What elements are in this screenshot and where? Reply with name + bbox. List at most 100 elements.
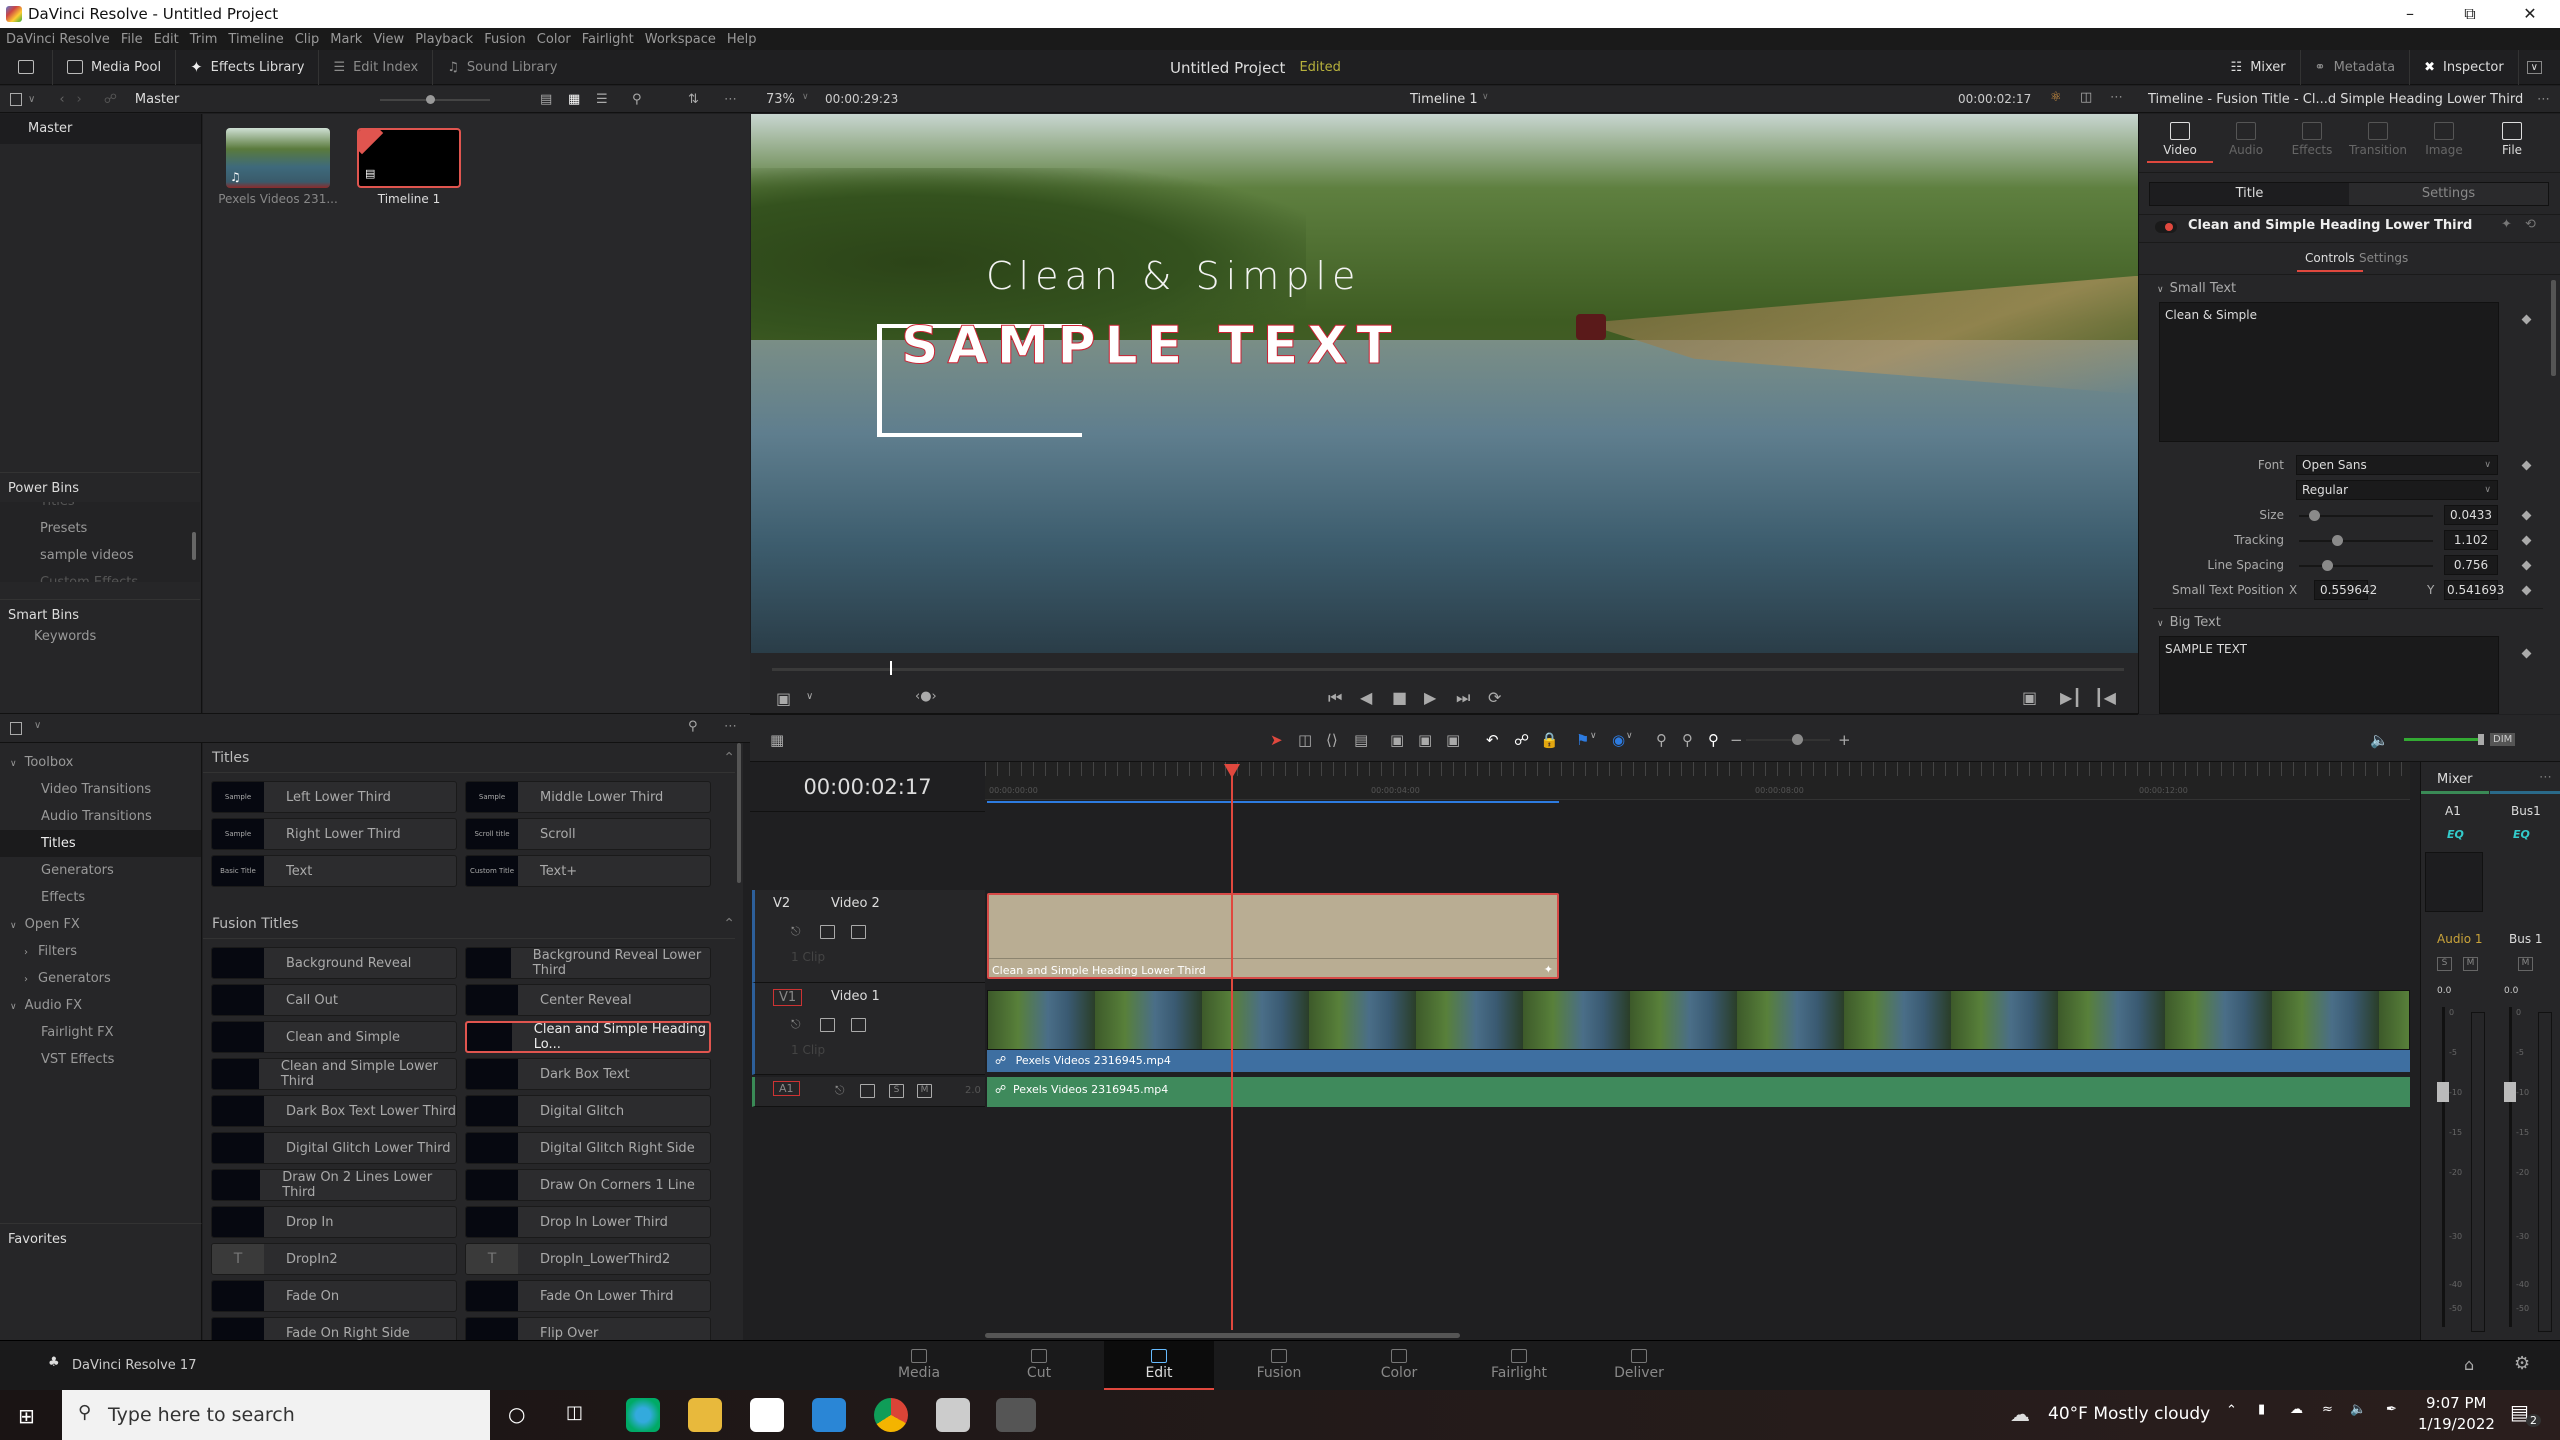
timeline-scrollbar[interactable]	[985, 1333, 1460, 1338]
wifi-icon[interactable]: ≈	[2322, 1402, 2333, 1417]
page-color[interactable]: Color	[1344, 1341, 1454, 1391]
dual-viewer-icon[interactable]: ◫	[2080, 90, 2092, 105]
weather-icon[interactable]: ☁	[2010, 1402, 2030, 1426]
marker-icon[interactable]: ◉	[1612, 731, 1625, 749]
effect-item[interactable]: Clean and Simple Lower Third	[211, 1058, 457, 1090]
clock-time[interactable]: 9:07 PM	[2426, 1394, 2486, 1412]
show-hidden-icons[interactable]: ⌃	[2226, 1403, 2237, 1418]
effect-item[interactable]: Digital Glitch	[465, 1095, 711, 1127]
line-spacing-slider[interactable]	[2299, 560, 2433, 571]
list-view-icon[interactable]: ☰	[596, 92, 608, 107]
line-spacing-input[interactable]: 0.756	[2444, 555, 2498, 575]
auto-select-icon[interactable]	[820, 925, 835, 939]
cortana-icon[interactable]: ○	[508, 1402, 525, 1426]
segment-title[interactable]: Title	[2150, 183, 2349, 205]
effect-item[interactable]: Draw On Corners 1 Line	[465, 1169, 711, 1201]
scrubber-track[interactable]	[772, 668, 2124, 671]
snapping-icon[interactable]: ↶	[1486, 731, 1499, 749]
keyframe-icon[interactable]	[2521, 585, 2532, 596]
keyframe-icon[interactable]	[2521, 510, 2532, 521]
tracking-input[interactable]: 1.102	[2444, 530, 2498, 550]
inspector-tab-transition[interactable]: Transition	[2345, 122, 2411, 157]
video-clip[interactable]: ☍ Pexels Videos 2316945.mp4	[987, 990, 2410, 1072]
fader-handle[interactable]	[2437, 1082, 2449, 1102]
track-enable-icon[interactable]	[851, 925, 866, 939]
panel-toggle-icon[interactable]	[10, 722, 22, 735]
auto-select-icon[interactable]	[860, 1084, 875, 1098]
gear-icon[interactable]: ⚙	[2514, 1353, 2530, 1374]
reverse-icon[interactable]: ◀	[1360, 688, 1372, 707]
mute-button[interactable]: M	[917, 1084, 932, 1098]
skip-to-start-icon[interactable]: ⏮	[1328, 688, 1342, 708]
overwrite-clip-icon[interactable]: ▣	[1418, 731, 1432, 749]
onedrive-icon[interactable]: ☁	[2290, 1402, 2303, 1417]
subtab-settings[interactable]: Settings	[2359, 251, 2408, 265]
mark-in-icon[interactable]: ▶┃	[2060, 688, 2082, 707]
tree-audio-fx[interactable]: ∨ Audio FX	[0, 992, 201, 1019]
menu-workspace[interactable]: Workspace	[645, 32, 716, 47]
timeline-view-options-icon[interactable]: ▦	[770, 731, 784, 749]
size-input[interactable]: 0.0433	[2444, 505, 2498, 525]
track-header-v2[interactable]: V2 Video 2 ⎋ 1 Clip	[752, 890, 985, 983]
menu-fairlight[interactable]: Fairlight	[582, 32, 634, 47]
dim-button[interactable]: DIM	[2490, 733, 2516, 746]
power-bin-item[interactable]: Titles	[0, 502, 200, 515]
weather-text[interactable]: 40°F Mostly cloudy	[2048, 1404, 2210, 1424]
skip-to-end-icon[interactable]: ⏭	[1456, 688, 1470, 708]
zoom-detail-icon[interactable]: ⚲	[1682, 731, 1693, 749]
inspector-tab-effects[interactable]: Effects	[2279, 122, 2345, 157]
position-y-input[interactable]: 0.541693	[2444, 580, 2504, 600]
mixer-button[interactable]: ☷ Mixer	[2217, 50, 2301, 85]
tree-generators[interactable]: Generators	[0, 857, 201, 884]
effect-item[interactable]: Sample Left Lower Third	[211, 781, 457, 813]
chevron-down-icon[interactable]: ∨	[1626, 731, 1633, 741]
menu-mark[interactable]: Mark	[330, 32, 362, 47]
more-options-icon[interactable]: ⋯	[2537, 92, 2550, 107]
dynamic-trim-icon[interactable]: ⟨⟩	[1326, 731, 1338, 749]
effect-item[interactable]: Basic Title Text	[211, 855, 457, 887]
keyframe-icon[interactable]	[2521, 560, 2532, 571]
task-view-icon[interactable]: ◫	[566, 1402, 583, 1423]
effect-item[interactable]: Center Reveal	[465, 984, 711, 1016]
tracking-slider[interactable]	[2299, 535, 2433, 546]
search-icon[interactable]: ⚲	[688, 719, 698, 734]
play-icon[interactable]: ▶	[1424, 688, 1436, 707]
timeline-name[interactable]: Timeline 1	[1410, 92, 1478, 107]
font-style-select[interactable]: Regular ∨	[2296, 480, 2498, 500]
titles-section-header[interactable]: Titles ⌃	[203, 743, 735, 773]
tree-open-fx[interactable]: ∨ Open FX	[0, 911, 201, 938]
loop-icon[interactable]: ⟳	[1488, 688, 1501, 707]
menu-playback[interactable]: Playback	[415, 32, 473, 47]
grid-view-icon[interactable]: ▦	[568, 92, 580, 107]
power-bin-item[interactable]: sample videos	[0, 542, 200, 569]
menu-fusion[interactable]: Fusion	[484, 32, 526, 47]
forward-icon[interactable]: ›	[77, 92, 82, 107]
lock-icon[interactable]: ⎋	[791, 1017, 801, 1032]
minimize-button[interactable]: –	[2380, 4, 2440, 24]
search-icon[interactable]: ⚲	[632, 92, 642, 107]
pen-icon[interactable]: ✒	[2386, 1402, 2397, 1417]
chevron-down-icon[interactable]: ∨	[34, 720, 41, 731]
tree-titles[interactable]: Titles	[0, 830, 201, 857]
chevron-down-icon[interactable]: ∨	[28, 94, 35, 105]
effect-item[interactable]: Clean and Simple Heading Lo...	[465, 1021, 711, 1053]
microsoft-store-icon[interactable]	[750, 1398, 784, 1432]
effect-item[interactable]: Sample Right Lower Third	[211, 818, 457, 850]
edit-index-button[interactable]: ☰ Edit Index	[319, 49, 434, 85]
mark-out-icon[interactable]: ┃◀	[2094, 688, 2116, 707]
effect-item[interactable]: Digital Glitch Lower Third	[211, 1132, 457, 1164]
page-deliver[interactable]: Deliver	[1584, 1341, 1694, 1391]
jog-control-icon[interactable]: ‹●›	[915, 689, 937, 704]
selection-tool-icon[interactable]: ➤	[1270, 731, 1283, 749]
back-icon[interactable]: ‹	[59, 92, 64, 107]
maximize-button[interactable]: ⧉	[2440, 4, 2500, 24]
effect-item[interactable]: Flip Over	[465, 1317, 711, 1340]
menu-davinci[interactable]: DaVinci Resolve	[6, 32, 110, 47]
sort-icon[interactable]: ⇅	[688, 92, 699, 107]
size-slider[interactable]	[2299, 510, 2433, 521]
mute-button[interactable]: M	[2518, 957, 2533, 971]
keyframe-icon[interactable]	[2521, 314, 2532, 325]
effect-item[interactable]: Fade On Right Side	[211, 1317, 457, 1340]
thumbnail-size-slider[interactable]	[380, 95, 490, 104]
tree-effects[interactable]: Effects	[0, 884, 201, 911]
